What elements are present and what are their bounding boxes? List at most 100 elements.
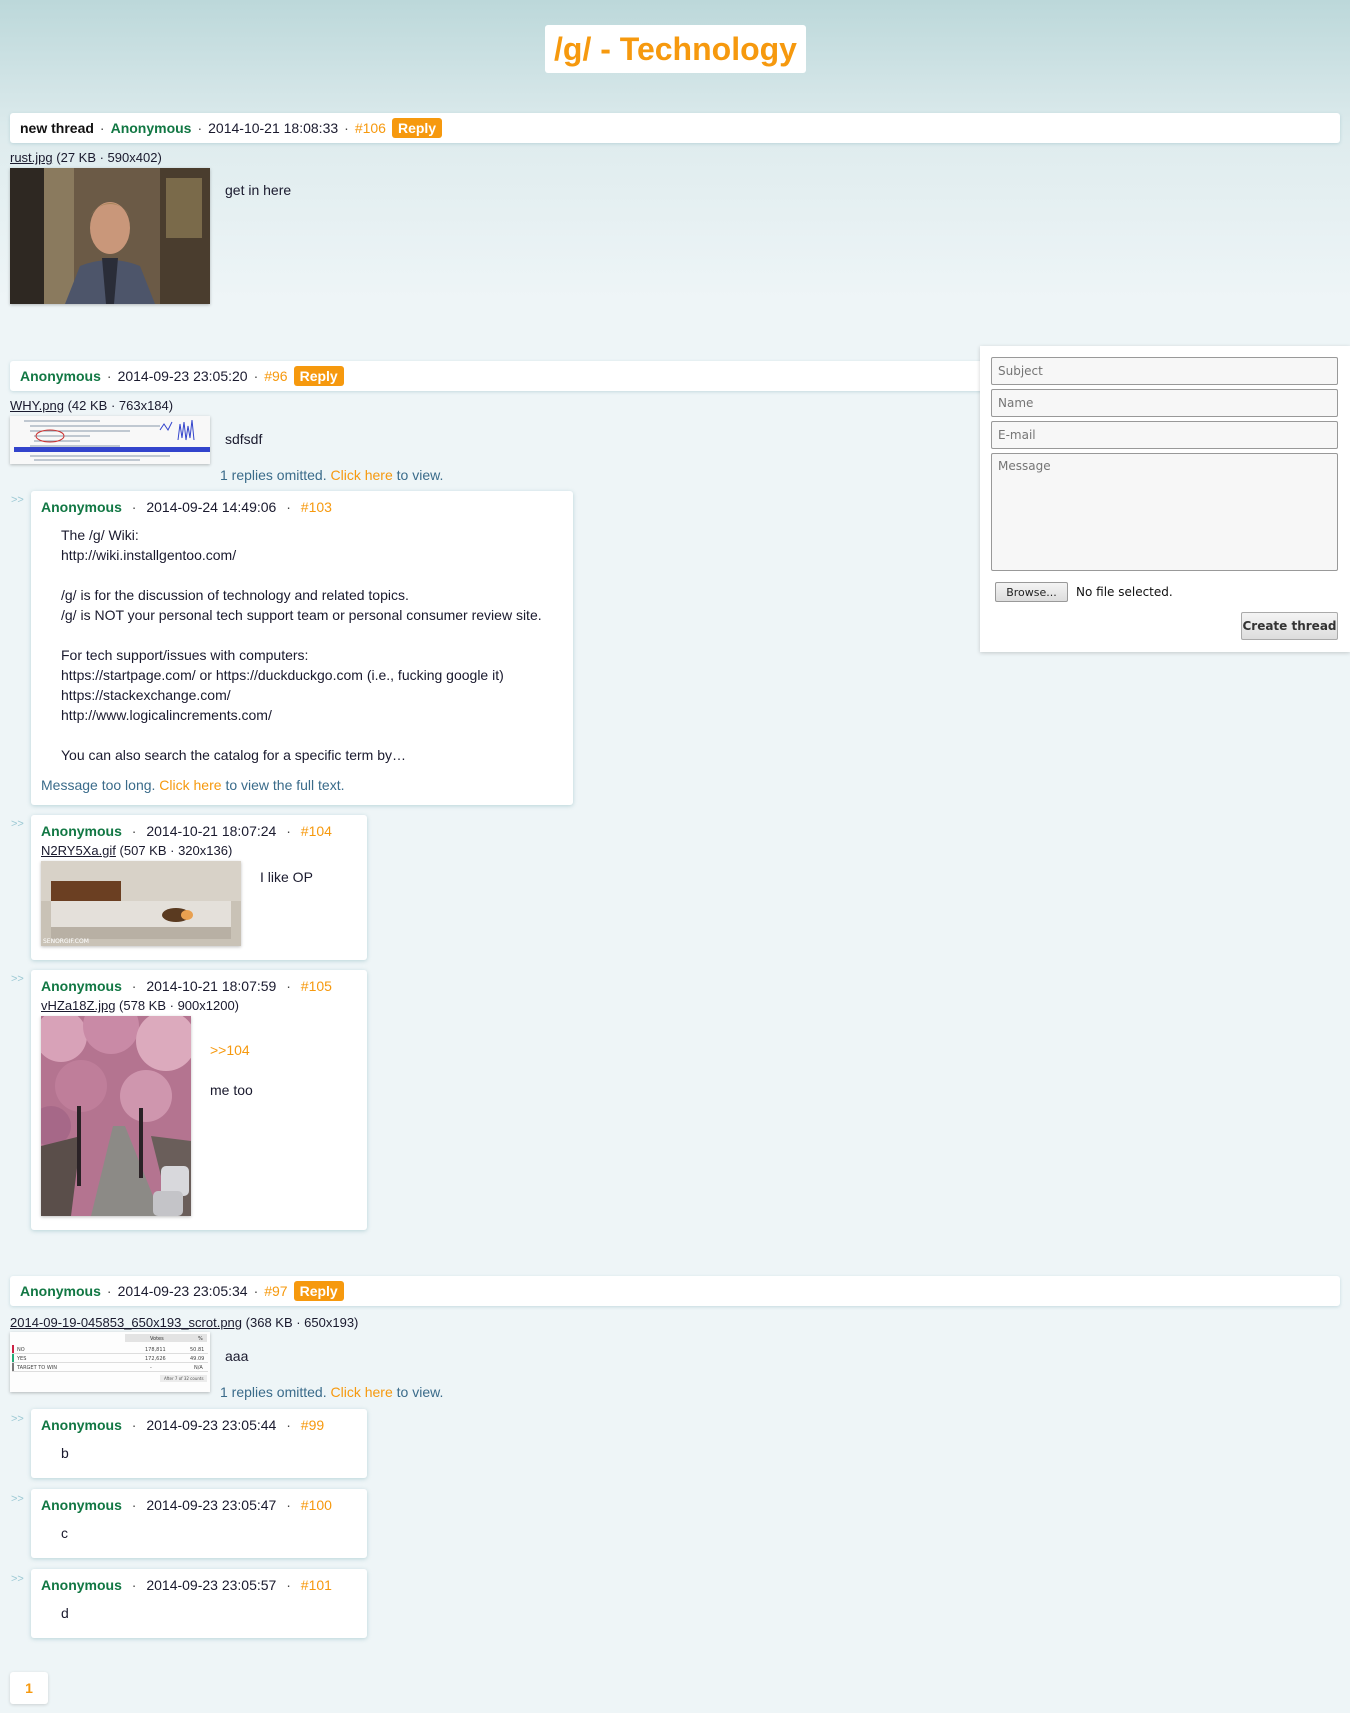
thread-header: Anonymous · 2014-09-23 23:05:34 · #97 Re… [10, 1276, 1340, 1306]
reply-post: Anonymous · 2014-09-23 23:05:44 · #99 b [31, 1409, 367, 1478]
reply-arrow: >> [11, 1573, 24, 1585]
thread-header: Anonymous · 2014-09-23 23:05:20 · #96 Re… [10, 361, 985, 391]
separator-dot: · [286, 1497, 291, 1513]
separator-dot: · [131, 1417, 137, 1433]
separator-dot: · [131, 499, 137, 515]
thread-subject: new thread [20, 120, 94, 136]
separator-dot: · [286, 978, 291, 994]
reply-post: Anonymous · 2014-09-23 23:05:57 · #101 d [31, 1569, 367, 1638]
post-number-link[interactable]: #105 [301, 978, 332, 994]
post-date: 2014-09-23 23:05:47 [146, 1497, 277, 1513]
omitted-suffix: to view. [396, 1384, 444, 1400]
thumbnail-rust[interactable] [10, 168, 210, 304]
thumb-row-votes: 178,811 [145, 1347, 166, 1353]
reply-button[interactable]: Reply [293, 366, 344, 386]
post-date: 2014-09-23 23:05:44 [146, 1417, 277, 1433]
reply-button[interactable]: Reply [293, 1281, 344, 1301]
post-date: 2014-10-21 18:07:59 [146, 978, 277, 994]
post-number-link[interactable]: #100 [301, 1497, 332, 1513]
reply-header: Anonymous · 2014-09-24 14:49:06 · #103 [41, 499, 332, 515]
reply-header: Anonymous · 2014-09-23 23:05:44 · #99 [41, 1417, 324, 1433]
poster-name: Anonymous [41, 978, 122, 994]
thumb-col-votes: Votes [150, 1336, 164, 1342]
reply-arrow: >> [11, 494, 24, 506]
file-link[interactable]: WHY.png [10, 398, 64, 413]
board-title: /g/ - Technology [545, 25, 806, 73]
separator-dot: · [253, 1283, 259, 1299]
reply-post: Anonymous · 2014-10-21 18:07:24 · #104 N… [31, 815, 367, 960]
post-number-link[interactable]: #97 [264, 1283, 287, 1299]
omitted-notice: 1 replies omitted. Click here to view. [220, 1384, 443, 1400]
file-meta: (27 KB · 590x402) [56, 150, 162, 165]
reply-arrow: >> [11, 973, 24, 985]
separator-dot: · [106, 1283, 112, 1299]
post-number-link[interactable]: #103 [301, 499, 332, 515]
post-message: c [61, 1525, 68, 1541]
post-number-link[interactable]: #96 [264, 368, 287, 384]
reply-post: Anonymous · 2014-09-23 23:05:47 · #100 c [31, 1489, 367, 1558]
file-meta: (368 KB · 650x193) [245, 1315, 359, 1330]
file-info: N2RY5Xa.gif (507 KB · 320x136) [41, 843, 232, 858]
post-number-link[interactable]: #104 [301, 823, 332, 839]
post-date: 2014-10-21 18:07:24 [146, 823, 277, 839]
file-meta: (507 KB · 320x136) [119, 843, 233, 858]
thumb-row-pct: N/A [194, 1365, 203, 1371]
post-number-link[interactable]: #106 [355, 120, 386, 136]
separator-dot: · [253, 368, 259, 384]
file-link[interactable]: N2RY5Xa.gif [41, 843, 116, 858]
poster-name: Anonymous [41, 1577, 122, 1593]
separator-dot: · [106, 368, 112, 384]
quote-link[interactable]: >>104 [210, 1040, 253, 1060]
thumbnail-why[interactable] [10, 416, 210, 464]
post-message-block: >>104 me too [210, 1020, 253, 1120]
page-link-current[interactable]: 1 [10, 1672, 48, 1704]
expand-replies-link[interactable]: Click here [331, 467, 393, 483]
browse-file-button[interactable]: Browse... [995, 582, 1068, 602]
post-message: d [61, 1605, 69, 1621]
poster-name: Anonymous [41, 499, 122, 515]
separator-dot: · [131, 978, 137, 994]
file-link[interactable]: vHZa18Z.jpg [41, 998, 115, 1013]
name-input[interactable] [991, 389, 1338, 417]
reply-button[interactable]: Reply [391, 118, 443, 138]
poster-name: Anonymous [20, 1283, 101, 1299]
file-info: 2014-09-19-045853_650x193_scrot.png (368… [10, 1315, 358, 1330]
thumbnail-cherry-blossoms[interactable] [41, 1016, 191, 1216]
post-date: 2014-10-21 18:08:33 [208, 120, 339, 136]
file-status: No file selected. [1076, 585, 1173, 599]
omitted-notice: 1 replies omitted. Click here to view. [220, 467, 443, 483]
message-textarea[interactable] [991, 453, 1338, 571]
expand-replies-link[interactable]: Click here [331, 1384, 393, 1400]
post-date: 2014-09-23 23:05:20 [117, 368, 248, 384]
file-info: rust.jpg (27 KB · 590x402) [10, 150, 162, 165]
file-info: WHY.png (42 KB · 763x184) [10, 398, 173, 413]
separator-dot: · [131, 1577, 137, 1593]
poster-name: Anonymous [110, 120, 192, 136]
reply-arrow: >> [11, 1493, 24, 1505]
create-thread-button[interactable]: Create thread [1241, 612, 1338, 640]
thumb-row-pct: 50.81 [190, 1347, 204, 1353]
email-input[interactable] [991, 421, 1338, 449]
thumb-row-label: YES [16, 1356, 26, 1362]
post-message: aaa [225, 1348, 249, 1364]
file-link[interactable]: 2014-09-19-045853_650x193_scrot.png [10, 1315, 242, 1330]
separator-dot: · [286, 1577, 291, 1593]
too-long-text: Message too long. [41, 777, 156, 793]
thumb-row-label: TARGET TO WIN [16, 1365, 57, 1371]
separator-dot: · [344, 120, 349, 136]
separator-dot: · [286, 1417, 291, 1433]
post-date: 2014-09-23 23:05:34 [117, 1283, 248, 1299]
file-link[interactable]: rust.jpg [10, 150, 53, 165]
post-message: b [61, 1445, 69, 1461]
thumbnail-cat-gif[interactable]: SENORGIF.COM [41, 861, 241, 946]
reply-post: Anonymous · 2014-10-21 18:07:59 · #105 v… [31, 970, 367, 1230]
too-long-suffix: to view the full text. [225, 777, 345, 793]
post-number-link[interactable]: #101 [301, 1577, 332, 1593]
thumb-footer: After 7 of 32 counts [164, 1376, 204, 1381]
omitted-text: 1 replies omitted. [220, 1384, 327, 1400]
subject-input[interactable] [991, 357, 1338, 385]
view-full-text-link[interactable]: Click here [159, 777, 221, 793]
thumbnail-scrot[interactable]: Votes % NO 178,811 50.81 YES 172,626 49.… [10, 1332, 210, 1392]
reply-post: Anonymous · 2014-09-24 14:49:06 · #103 T… [31, 491, 573, 805]
post-number-link[interactable]: #99 [301, 1417, 324, 1433]
